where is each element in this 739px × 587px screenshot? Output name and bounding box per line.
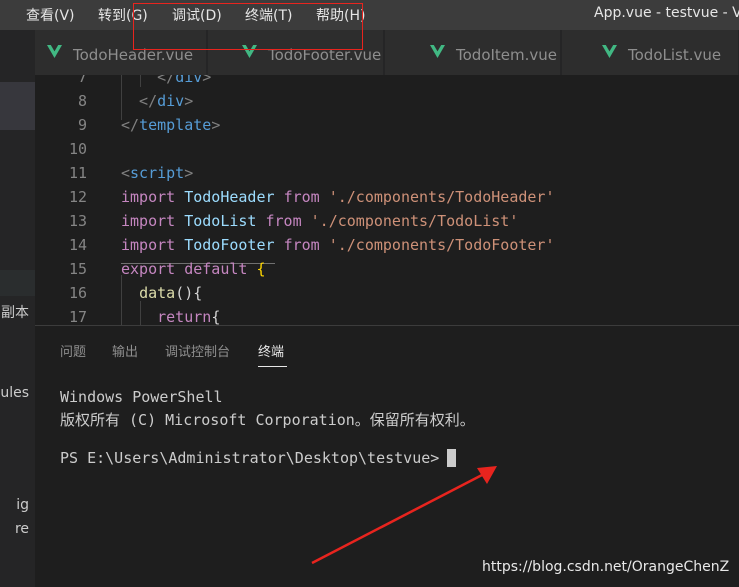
code-token: './components/TodoFooter' [328,236,555,254]
code-text: export default { [121,257,266,281]
code-token: TodoFooter [184,236,284,254]
explorer-item-fragment[interactable]: ig [16,497,29,513]
code-token: data [139,284,176,302]
code-token: script [130,164,185,182]
vue-icon [602,45,617,58]
code-line: 10 [35,137,739,161]
line-number: 17 [68,308,87,325]
explorer-hover-row[interactable] [0,270,35,296]
vue-icon [430,45,445,58]
tab-todoitem[interactable]: TodoItem.vue [385,30,561,75]
tab-label: TodoHeader.vue [73,46,194,64]
explorer-item-fragment[interactable]: re [15,521,29,537]
explorer-item-fragment[interactable]: ules [0,385,29,401]
code-token: div [175,75,203,86]
code-token: </ [121,75,176,86]
code-token: './components/TodoList' [310,212,519,230]
code-line: 14 import TodoFooter from './components/T… [35,233,739,257]
code-token: from [265,212,311,230]
code-line: 17 return{ [35,305,739,325]
line-number: 14 [68,236,87,254]
line-number: 10 [68,140,87,158]
code-token: import [121,212,185,230]
explorer-sidebar: 副本 ules ig re [0,30,35,587]
tab-todofooter[interactable]: TodoFooter.vue [208,30,384,75]
code-token: from [283,188,329,206]
code-token: > [184,164,194,182]
line-number: 16 [68,284,87,302]
bottom-panel: 问题 输出 调试控制台 终端 Windows PowerShell 版权所有 (… [35,325,739,587]
code-line: 12 import TodoHeader from './components/T… [35,185,739,209]
explorer-selected-row[interactable] [0,82,35,130]
window-title: App.vue - testvue - Vis [594,5,739,21]
code-token: div [157,92,185,110]
code-text: </div> [121,89,193,113]
editor-tab-bar: TodoHeader.vue TodoFooter.vue TodoItem.v… [35,30,739,75]
code-token: return [157,308,212,325]
code-line: 11 <script> [35,161,739,185]
code-line: 13 import TodoList from './components/Tod… [35,209,739,233]
line-number: 11 [68,164,87,182]
vue-icon [242,45,257,58]
watermark: https://blog.csdn.net/OrangeChenZ [482,559,730,575]
code-text: </template> [121,113,220,137]
code-token: </ [121,92,158,110]
code-text: </div> [121,75,211,89]
code-token: > [211,116,221,134]
code-token: (){ [175,284,203,302]
code-text: import TodoList from './components/TodoL… [121,209,518,233]
line-number: 15 [68,260,87,278]
menu-bar: 查看(V) 转到(G) 调试(D) 终端(T) 帮助(H) App.vue - … [0,0,739,30]
tab-label: TodoItem.vue [456,46,558,64]
code-editor[interactable]: 7 </div> 8 </div> 9 </template> 10 11 <script>… [35,75,739,325]
code-token: from [283,236,329,254]
code-token: TodoList [184,212,266,230]
code-line: 9 </template> [35,113,739,137]
code-token: { [211,308,221,325]
line-number: 9 [77,116,87,134]
menu-goto[interactable]: 转到(G) [98,5,148,25]
code-token: </ [121,116,140,134]
code-text: return{ [121,305,220,325]
code-line: 8 </div> [35,89,739,113]
code-token: TodoHeader [184,188,284,206]
tab-todoheader[interactable]: TodoHeader.vue [35,30,207,75]
menu-debug[interactable]: 调试(D) [172,5,222,25]
code-line: 16 data(){ [35,281,739,305]
code-line: 7 </div> [35,75,739,89]
code-token: > [202,75,212,86]
tab-label: TodoFooter.vue [268,46,382,64]
annotation-arrow-icon [311,466,497,565]
menu-help[interactable]: 帮助(H) [316,5,365,25]
code-text: data(){ [121,281,202,305]
explorer-item-fragment[interactable]: 副本 [1,302,29,322]
line-number: 12 [68,188,87,206]
code-text: import TodoHeader from './components/Tod… [121,185,555,209]
code-token: < [121,164,131,182]
tab-label: TodoList.vue [628,46,722,64]
line-number: 13 [68,212,87,230]
code-token: import [121,236,185,254]
code-token: import [121,188,185,206]
menu-view[interactable]: 查看(V) [26,5,75,25]
tab-todolist[interactable]: TodoList.vue [562,30,739,75]
code-token: { [256,260,266,278]
code-line: 15 export default { [35,257,739,281]
code-text: <script> [121,161,193,185]
menu-terminal[interactable]: 终端(T) [245,5,292,25]
code-token: export default [121,260,257,278]
vue-icon [47,45,62,58]
code-text: import TodoFooter from './components/Tod… [121,233,555,257]
code-token: template [139,116,212,134]
line-number: 7 [77,75,87,86]
code-token: './components/TodoHeader' [328,188,555,206]
line-number: 8 [77,92,87,110]
code-token: > [184,92,194,110]
